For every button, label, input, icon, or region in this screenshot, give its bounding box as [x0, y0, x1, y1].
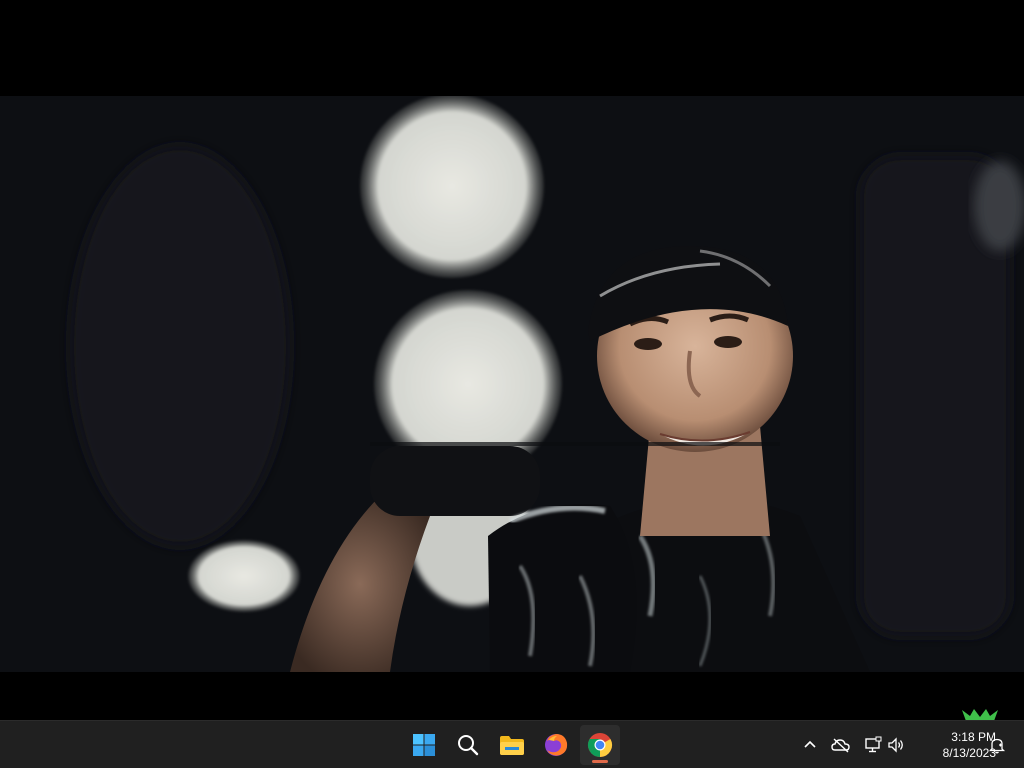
- file-explorer-button[interactable]: [492, 725, 532, 765]
- chrome-icon: [587, 733, 613, 757]
- chevron-up-icon: [804, 740, 816, 748]
- network-icon: [865, 736, 882, 753]
- video-scene: [0, 96, 1024, 672]
- onedrive-offline-icon: [831, 738, 850, 753]
- clock-date: 8/13/2023: [942, 746, 996, 760]
- search-icon: [458, 735, 479, 756]
- taskbar: 3:18 PM 8/13/2023: [0, 720, 1024, 768]
- chrome-button[interactable]: [580, 725, 620, 765]
- notifications-button[interactable]: [985, 733, 1009, 757]
- show-hidden-icons-button[interactable]: [798, 733, 822, 757]
- windows-start-icon: [413, 734, 435, 756]
- folder-icon: [500, 736, 524, 755]
- start-button[interactable]: [404, 725, 444, 765]
- fullscreen-video-player[interactable]: [0, 0, 1024, 720]
- active-app-indicator: [592, 760, 608, 763]
- notification-bell-icon: [988, 738, 1006, 754]
- search-button[interactable]: [448, 725, 488, 765]
- firefox-button[interactable]: [536, 725, 576, 765]
- clock-time: 3:18 PM: [951, 730, 996, 744]
- volume-icon: [888, 737, 903, 753]
- network-button[interactable]: [861, 733, 885, 757]
- bokeh-light: [360, 96, 544, 278]
- clock[interactable]: 3:18 PM 8/13/2023: [912, 729, 996, 761]
- firefox-icon: [545, 734, 568, 756]
- video-frame[interactable]: [0, 96, 1024, 672]
- desktop-screen: 3:18 PM 8/13/2023: [0, 0, 1024, 768]
- bokeh-light: [188, 540, 300, 612]
- onedrive-button[interactable]: [829, 733, 853, 757]
- volume-button[interactable]: [884, 733, 908, 757]
